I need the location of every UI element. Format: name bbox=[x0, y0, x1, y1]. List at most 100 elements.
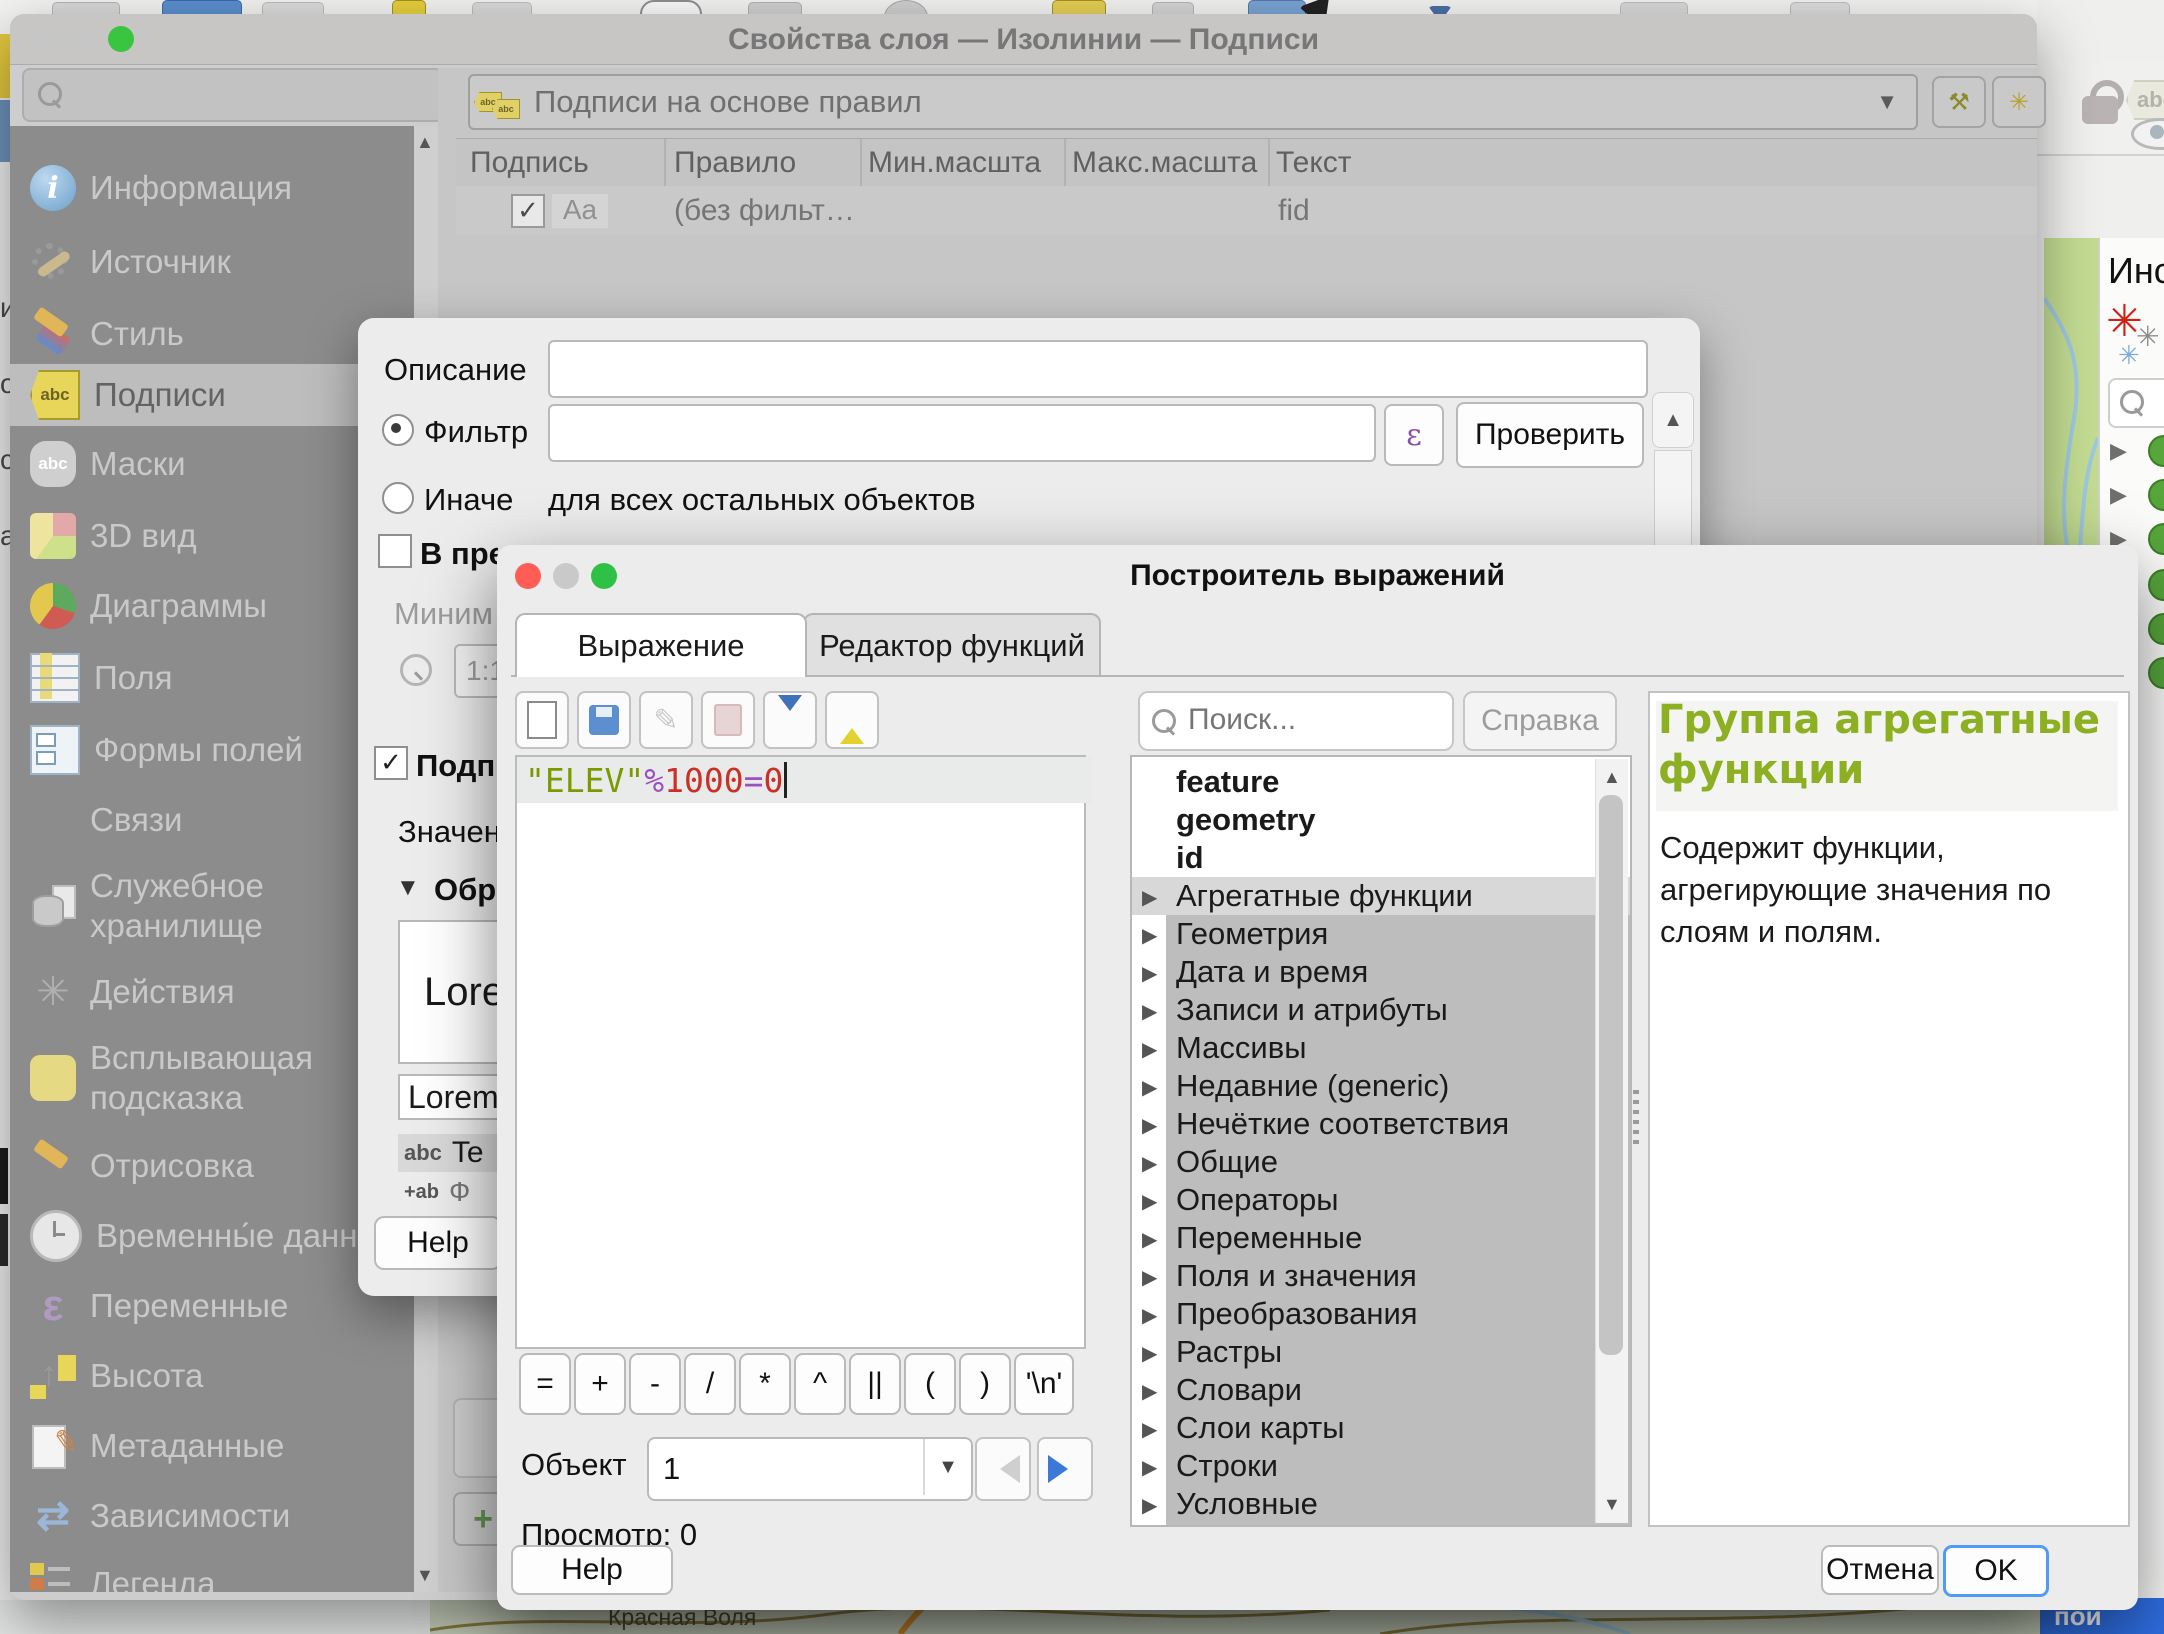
sidebar-item-3d-view[interactable]: 3D вид bbox=[10, 508, 414, 564]
edit-expression-button[interactable]: ✎ bbox=[639, 691, 693, 749]
tree-group[interactable]: ▶Растры bbox=[1132, 1333, 1630, 1371]
properties-search-input[interactable] bbox=[22, 68, 444, 122]
automated-placement-button[interactable]: ✳ bbox=[1992, 76, 2046, 128]
tree-group[interactable]: ▶Словари bbox=[1132, 1371, 1630, 1409]
sample-text-input[interactable]: Lorem bbox=[398, 1074, 510, 1120]
sidebar-scrollbar[interactable]: ▼ bbox=[414, 1296, 438, 1592]
expression-builder-button[interactable]: ε bbox=[1384, 404, 1444, 466]
processing-group-row[interactable]: ▶ bbox=[2104, 478, 2164, 512]
tree-group[interactable]: ▶Операторы bbox=[1132, 1181, 1630, 1219]
description-input[interactable] bbox=[548, 340, 1648, 398]
sidebar-item-actions[interactable]: ✳ Действия bbox=[10, 964, 414, 1020]
function-tree[interactable]: feature geometry id ▶Агрегатные функции … bbox=[1130, 755, 1632, 1527]
tab-function-editor[interactable]: Редактор функций bbox=[803, 613, 1101, 677]
tree-item-geometry[interactable]: geometry bbox=[1132, 801, 1630, 839]
next-feature-button[interactable] bbox=[1037, 1437, 1093, 1501]
tree-group[interactable]: ▶Поля и значения bbox=[1132, 1257, 1630, 1295]
sheet-scrollbar-up[interactable]: ▲ bbox=[1652, 392, 1694, 448]
sidebar-item-metadata[interactable]: ✎ Метаданные bbox=[10, 1418, 414, 1474]
splitter-handle[interactable] bbox=[1633, 1090, 1639, 1146]
sidebar-item-masks[interactable]: abc Маски bbox=[10, 436, 414, 492]
operator-button[interactable]: = bbox=[519, 1353, 571, 1415]
operator-button[interactable]: ^ bbox=[794, 1353, 846, 1415]
sidebar-item-elevation[interactable]: ↑ Высота bbox=[10, 1348, 414, 1404]
sheet-scrollbar-track[interactable] bbox=[1654, 450, 1692, 548]
operator-button[interactable]: || bbox=[849, 1353, 901, 1415]
sidebar-item-diagrams[interactable]: Диаграммы bbox=[10, 578, 414, 634]
processing-search-input[interactable] bbox=[2108, 378, 2164, 428]
tree-scrollbar[interactable]: ▲ ▼ bbox=[1595, 759, 1628, 1523]
tree-item-id[interactable]: id bbox=[1132, 839, 1630, 877]
sidebar-item-temporal[interactable]: Временны́е данные bbox=[10, 1208, 414, 1264]
formatting-tab-row[interactable]: +ab Ф bbox=[398, 1174, 500, 1210]
tree-group[interactable]: ▶Записи и атрибуты bbox=[1132, 991, 1630, 1029]
cancel-button[interactable]: Отмена bbox=[1821, 1545, 1939, 1595]
sidebar-item-auxiliary-storage[interactable]: Служебное хранилище bbox=[10, 856, 414, 956]
save-expression-button[interactable] bbox=[577, 691, 631, 749]
import-expression-button[interactable] bbox=[763, 691, 817, 749]
rule-help-button[interactable]: Help bbox=[374, 1216, 502, 1270]
label-settings-button[interactable]: ⚒ bbox=[1932, 76, 1986, 128]
sidebar-item-style[interactable]: Стиль bbox=[10, 306, 414, 362]
tree-group[interactable]: ▶Дата и время bbox=[1132, 953, 1630, 991]
else-radio[interactable] bbox=[382, 482, 414, 514]
help-button[interactable]: Help bbox=[511, 1545, 673, 1595]
scrollbar-thumb[interactable] bbox=[1599, 795, 1623, 1355]
operator-button[interactable]: ( bbox=[904, 1353, 956, 1415]
tree-group[interactable]: ▶Слои карты bbox=[1132, 1409, 1630, 1447]
tree-group[interactable]: ▶Геометрия bbox=[1132, 915, 1630, 953]
sidebar-item-source[interactable]: Источник bbox=[10, 234, 414, 290]
function-search[interactable] bbox=[1138, 691, 1454, 751]
tree-group[interactable]: ▶Преобразования bbox=[1132, 1295, 1630, 1333]
text-tab-row[interactable]: abc Te bbox=[398, 1134, 500, 1172]
sidebar-item-rendering[interactable]: Отрисовка bbox=[10, 1138, 414, 1194]
new-expression-button[interactable] bbox=[515, 691, 569, 749]
collapse-triangle-icon[interactable]: ▼ bbox=[396, 874, 420, 902]
tab-expression[interactable]: Выражение bbox=[515, 613, 807, 677]
sidebar-item-fields[interactable]: Поля bbox=[10, 650, 414, 706]
tree-item-feature[interactable]: feature bbox=[1132, 763, 1630, 801]
filter-radio[interactable] bbox=[382, 414, 414, 446]
feature-combo[interactable]: 1 ▼ bbox=[647, 1437, 973, 1501]
tree-group[interactable]: ▶Недавние (generic) bbox=[1132, 1067, 1630, 1105]
rule-row[interactable]: ✓ Aa (без фильт… fid bbox=[456, 186, 2037, 234]
operator-button[interactable]: / bbox=[684, 1353, 736, 1415]
sidebar-item-map-tips[interactable]: Всплывающая подсказка bbox=[10, 1028, 414, 1128]
processing-group-row[interactable]: ▶ bbox=[2104, 434, 2164, 468]
tree-group[interactable]: ▶Нечёткие соответствия bbox=[1132, 1105, 1630, 1143]
sidebar-scrollbar[interactable]: ▲ bbox=[414, 126, 438, 318]
operator-button[interactable]: ) bbox=[959, 1353, 1011, 1415]
operator-button[interactable]: * bbox=[739, 1353, 791, 1415]
tree-item-aggregates[interactable]: ▶Агрегатные функции bbox=[1132, 877, 1630, 915]
tree-group[interactable]: ▶Файлы и пути bbox=[1132, 1523, 1630, 1527]
operator-button[interactable]: + bbox=[574, 1353, 626, 1415]
export-expression-button[interactable] bbox=[825, 691, 879, 749]
sidebar-item-legend[interactable]: Легенда bbox=[10, 1556, 414, 1592]
help-reference-button[interactable]: Справка bbox=[1463, 691, 1617, 751]
window-titlebar[interactable]: Свойства слоя — Изолинии — Подписи bbox=[10, 14, 2037, 65]
previous-feature-button[interactable] bbox=[975, 1437, 1031, 1501]
expression-editor[interactable]: "ELEV"%1000=0 bbox=[515, 755, 1086, 1349]
tree-group[interactable]: ▶Массивы bbox=[1132, 1029, 1630, 1067]
sidebar-item-joins[interactable]: Связи bbox=[10, 792, 414, 848]
tree-group[interactable]: ▶Переменные bbox=[1132, 1219, 1630, 1257]
sidebar-item-information[interactable]: i Информация bbox=[10, 160, 414, 216]
sidebar-item-attributes-form[interactable]: Формы полей bbox=[10, 722, 414, 778]
rule-checkbox[interactable]: ✓ bbox=[511, 194, 545, 228]
tree-group[interactable]: ▶Условные bbox=[1132, 1485, 1630, 1523]
sidebar-item-labels[interactable]: abc Подписи bbox=[10, 364, 414, 426]
ok-button[interactable]: OK bbox=[1943, 1545, 2049, 1597]
operator-newline-button[interactable]: '\n' bbox=[1014, 1353, 1074, 1415]
test-filter-button[interactable]: Проверить bbox=[1456, 402, 1644, 468]
overlap-checkbox[interactable] bbox=[378, 534, 412, 568]
sidebar-item-dependencies[interactable]: ⇄ Зависимости bbox=[10, 1488, 414, 1544]
function-search-input[interactable] bbox=[1186, 699, 1440, 741]
tree-group[interactable]: ▶Общие bbox=[1132, 1143, 1630, 1181]
tree-group[interactable]: ▶Строки bbox=[1132, 1447, 1630, 1485]
sidebar-item-variables[interactable]: ε Переменные bbox=[10, 1278, 414, 1334]
label-with-checkbox[interactable]: ✓ bbox=[374, 746, 408, 780]
delete-expression-button[interactable] bbox=[701, 691, 755, 749]
operator-button[interactable]: - bbox=[629, 1353, 681, 1415]
filter-input[interactable] bbox=[548, 404, 1376, 462]
labeling-mode-dropdown[interactable]: abc abc Подписи на основе правил ▼ bbox=[468, 74, 1918, 130]
